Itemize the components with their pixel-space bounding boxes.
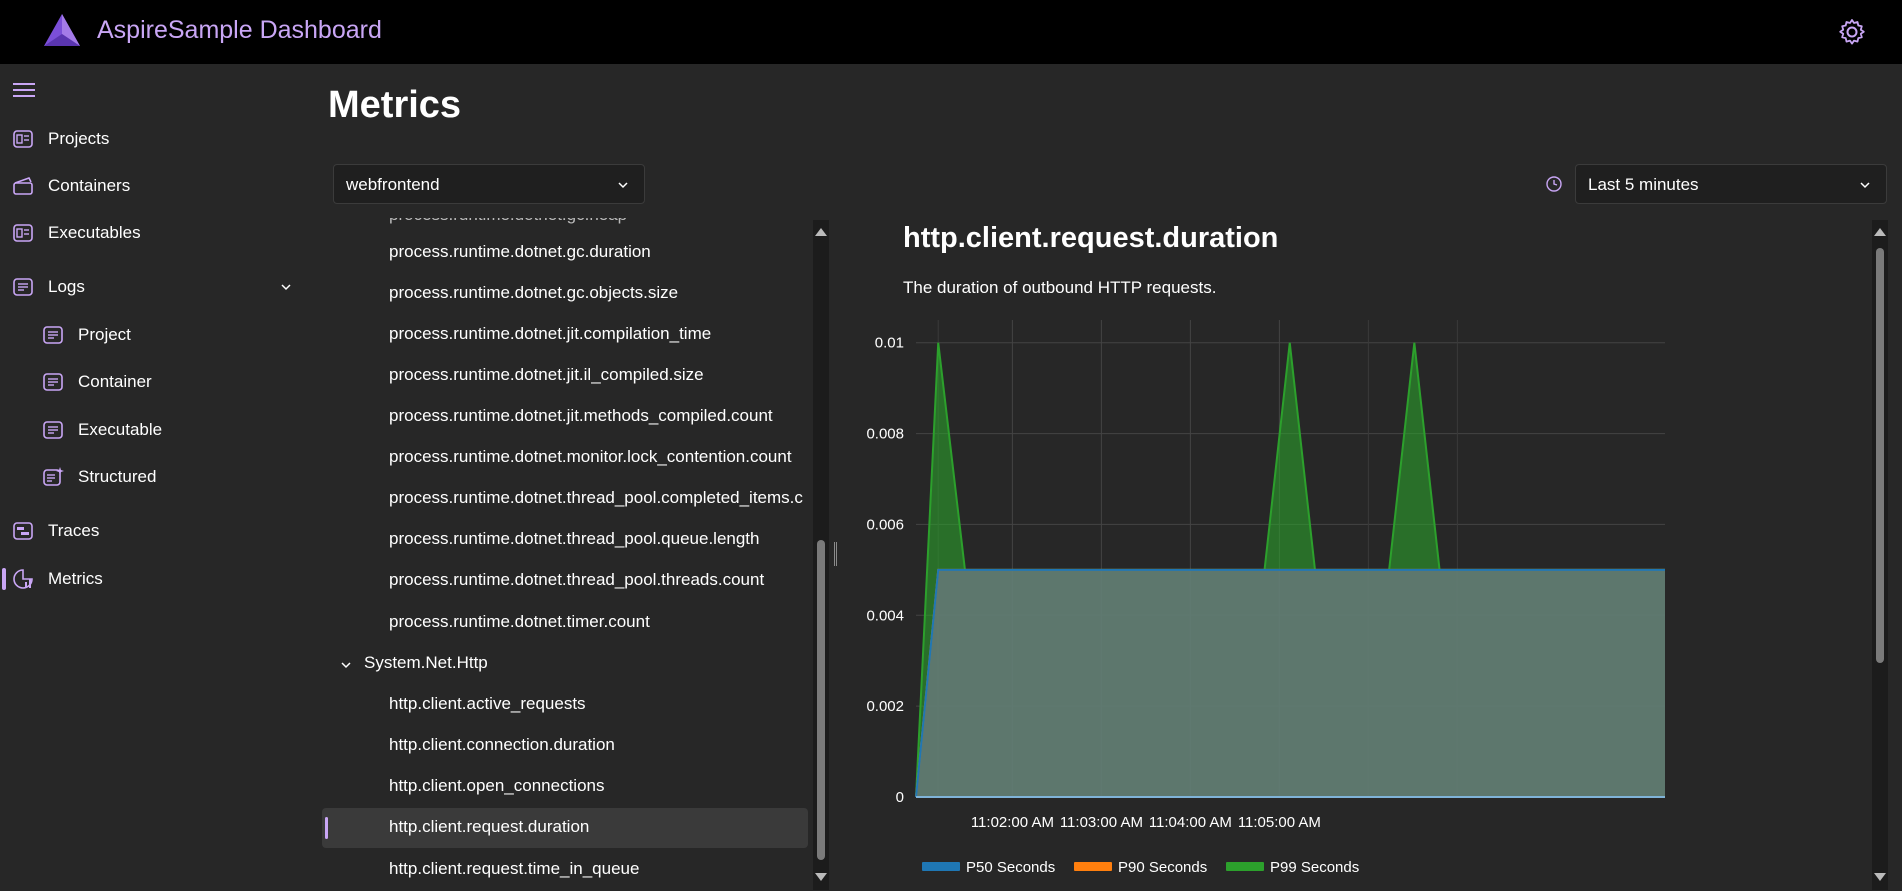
resource-select-value: webfrontend: [346, 175, 440, 194]
sidebar-item-log-container[interactable]: Container: [0, 362, 300, 402]
tree-scroll-thumb[interactable]: [817, 540, 825, 860]
sidebar-item-label: Container: [78, 372, 152, 391]
legend-swatch: [1226, 862, 1264, 871]
tree-item[interactable]: process.runtime.dotnet.gc.duration: [389, 242, 651, 262]
chevron-down-icon: [618, 182, 628, 189]
containers-icon: [13, 177, 33, 195]
scroll-down-arrow-icon[interactable]: [1874, 873, 1886, 881]
tree-item[interactable]: http.client.connection.duration: [389, 735, 615, 755]
scroll-up-arrow-icon[interactable]: [1874, 228, 1886, 236]
tree-item[interactable]: process.runtime.dotnet.thread_pool.threa…: [389, 570, 764, 590]
metrics-tree: process.runtime.dotnet.gc.heap process.r…: [322, 218, 810, 891]
x-tick-label: 11:04:00 AM: [1149, 814, 1232, 831]
tree-item[interactable]: process.runtime.dotnet.jit.compilation_t…: [389, 324, 711, 344]
y-tick-label: 0.008: [866, 426, 904, 443]
page-title: Metrics: [328, 84, 462, 126]
time-range-value: Last 5 minutes: [1588, 175, 1699, 194]
tree-item[interactable]: http.client.open_connections: [389, 776, 605, 796]
legend-label: P90 Seconds: [1118, 859, 1207, 876]
x-tick-label: 11:02:00 AM: [971, 814, 1054, 831]
tree-group[interactable]: System.Net.Http: [364, 653, 488, 673]
x-tick-label: 11:05:00 AM: [1238, 814, 1321, 831]
app-header: AspireSample Dashboard: [0, 0, 1902, 64]
scroll-up-arrow-icon[interactable]: [815, 228, 827, 236]
structured-log-icon: [43, 467, 64, 486]
sidebar-item-metrics[interactable]: Metrics: [0, 559, 300, 599]
sidebar-item-executables[interactable]: Executables: [0, 213, 300, 253]
sidebar-item-log-structured[interactable]: Structured: [0, 457, 300, 497]
series-area-p50-seconds: [916, 569, 1665, 797]
sidebar-item-traces[interactable]: Traces: [0, 511, 300, 551]
resource-select[interactable]: webfrontend: [333, 164, 645, 204]
tree-item[interactable]: http.client.request.time_in_queue: [389, 859, 639, 879]
legend-label: P50 Seconds: [966, 859, 1055, 876]
tree-item[interactable]: http.client.active_requests: [389, 694, 586, 714]
sidebar-item-log-executable[interactable]: Executable: [0, 410, 300, 450]
tree-item[interactable]: process.runtime.dotnet.timer.count: [389, 612, 650, 632]
metric-title: http.client.request.duration: [903, 222, 1279, 254]
tree-item[interactable]: process.runtime.dotnet.thread_pool.queue…: [389, 529, 759, 549]
logs-icon: [13, 278, 33, 296]
scroll-down-arrow-icon[interactable]: [815, 873, 827, 881]
chevron-down-icon[interactable]: [340, 659, 352, 671]
sidebar-item-label: Logs: [48, 277, 85, 296]
y-tick-label: 0.002: [866, 698, 904, 715]
sidebar-item-projects[interactable]: Projects: [0, 119, 300, 159]
tree-item[interactable]: process.runtime.dotnet.gc.objects.size: [389, 283, 678, 303]
sidebar-item-label: Projects: [48, 129, 110, 148]
active-indicator: [2, 568, 6, 590]
y-tick-label: 0: [896, 789, 904, 806]
tree-item-selected[interactable]: http.client.request.duration: [389, 817, 589, 837]
tree-item-partial: process.runtime.dotnet.gc.heap: [389, 218, 627, 225]
log-icon: [43, 326, 63, 344]
legend-swatch: [922, 862, 960, 871]
legend-swatch: [1074, 862, 1112, 871]
metric-chart: 0 0.002 0.004 0.006 0.008 0.01 11:02:00 AM 11:0…: [866, 320, 1665, 876]
x-tick-label: 11:03:00 AM: [1060, 814, 1143, 831]
y-tick-label: 0.006: [866, 516, 904, 533]
sidebar-item-label: Metrics: [48, 569, 103, 588]
projects-icon: [13, 130, 33, 148]
sidebar-item-label: Executable: [78, 420, 163, 439]
metric-description: The duration of outbound HTTP requests.: [903, 278, 1217, 297]
sidebar-item-label: Executables: [48, 223, 141, 242]
sidebar-item-label: Containers: [48, 176, 131, 195]
traces-icon: [13, 522, 33, 540]
sidebar-item-label: Traces: [48, 521, 100, 540]
gear-icon[interactable]: [1838, 18, 1866, 46]
panel-splitter-handle[interactable]: [834, 542, 837, 566]
tree-item[interactable]: process.runtime.dotnet.monitor.lock_cont…: [389, 447, 792, 467]
time-range-select[interactable]: Last 5 minutes: [1575, 164, 1887, 204]
tree-item[interactable]: process.runtime.dotnet.jit.methods_compi…: [389, 406, 773, 426]
sidebar-item-containers[interactable]: Containers: [0, 166, 300, 206]
app-title[interactable]: AspireSample Dashboard: [97, 16, 382, 45]
detail-scroll-thumb[interactable]: [1876, 248, 1884, 663]
y-tick-label: 0.004: [866, 607, 904, 624]
executables-icon: [13, 224, 33, 242]
sidebar-item-logs[interactable]: Logs: [0, 267, 300, 307]
clock-icon: [1546, 176, 1562, 192]
chevron-down-icon: [1860, 182, 1870, 189]
tree-item[interactable]: process.runtime.dotnet.jit.il_compiled.s…: [389, 365, 704, 385]
log-icon: [43, 421, 63, 439]
tree-item[interactable]: process.runtime.dotnet.thread_pool.compl…: [389, 488, 803, 508]
sidebar-item-label: Structured: [78, 467, 157, 486]
log-icon: [43, 373, 63, 391]
sidebar-item-log-project[interactable]: Project: [0, 315, 300, 355]
legend-label: P99 Seconds: [1270, 859, 1359, 876]
y-tick-label: 0.01: [875, 335, 904, 352]
menu-toggle-icon[interactable]: [12, 80, 36, 100]
metrics-icon: [13, 569, 33, 589]
aspire-logo-icon[interactable]: [42, 12, 82, 48]
sidebar-item-label: Project: [78, 325, 131, 344]
chevron-down-icon[interactable]: [280, 281, 292, 293]
